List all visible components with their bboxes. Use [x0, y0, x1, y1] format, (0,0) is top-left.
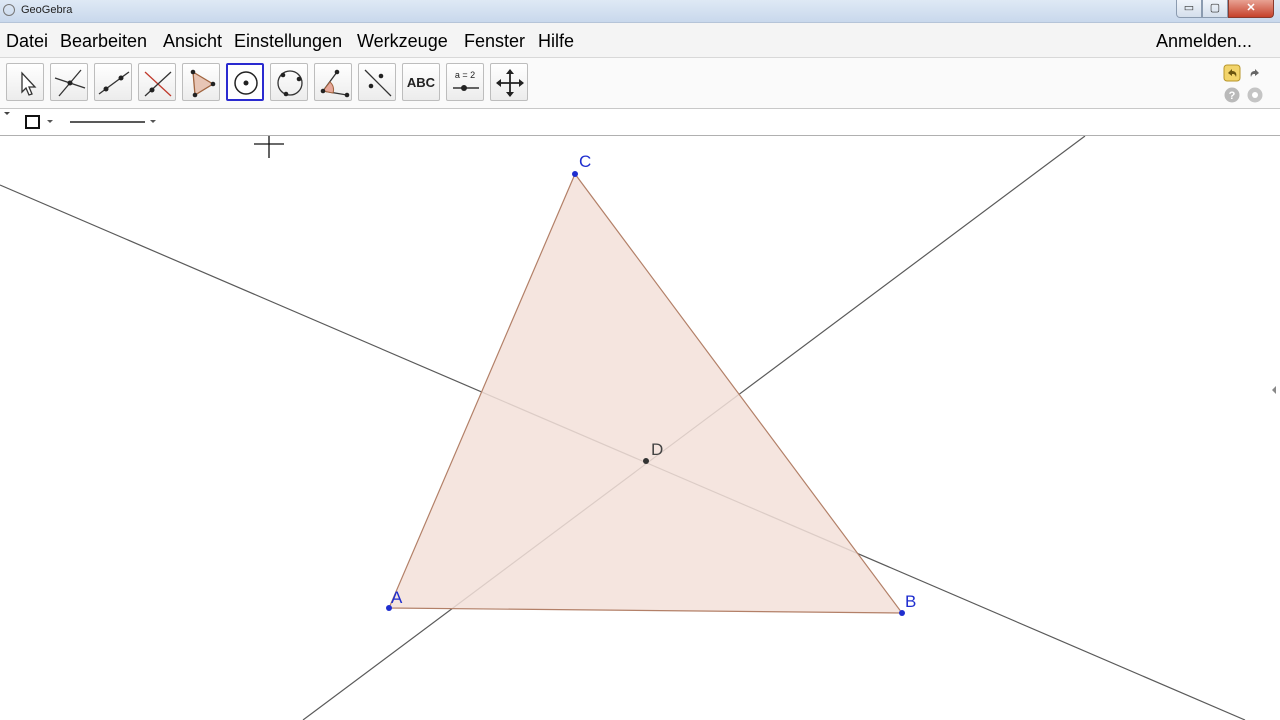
- line-tool-button[interactable]: [94, 63, 132, 101]
- slider-tool-button[interactable]: a = 2: [446, 63, 484, 101]
- toolbar: ABC a = 2 ?: [0, 58, 1280, 109]
- chevron-down-icon[interactable]: [47, 120, 53, 123]
- circle-center-point-icon: [234, 71, 258, 95]
- polygon-tool-button[interactable]: [182, 63, 220, 101]
- geogebra-app-icon: [3, 4, 15, 16]
- svg-text:?: ?: [1229, 90, 1236, 102]
- triangle-polygon[interactable]: [388, 172, 904, 614]
- login-link[interactable]: Anmelden...: [1156, 31, 1252, 52]
- menu-bearbeiten[interactable]: Bearbeiten: [60, 31, 147, 52]
- menu-datei[interactable]: Datei: [6, 31, 48, 52]
- geometry-canvas[interactable]: A B C D: [0, 136, 1280, 720]
- point-on-lines-icon: [54, 69, 86, 97]
- point-b-label: B: [905, 592, 916, 611]
- move-arrow-icon: [21, 71, 37, 96]
- crosshair-cursor-icon: [254, 136, 284, 158]
- settings-icon: [1247, 87, 1263, 103]
- polygon-icon: [190, 69, 216, 98]
- perpendicular-line-tool-button[interactable]: [138, 63, 176, 101]
- line-through-points-icon: [98, 71, 130, 95]
- angle-icon: [320, 69, 350, 98]
- graphics-view[interactable]: A B C D: [0, 136, 1280, 720]
- menu-einstellungen[interactable]: Einstellungen: [234, 31, 342, 52]
- menu-hilfe[interactable]: Hilfe: [538, 31, 574, 52]
- redo-button[interactable]: [1246, 64, 1264, 82]
- point-a-label: A: [391, 588, 403, 607]
- point-tool-button[interactable]: [50, 63, 88, 101]
- angle-tool-button[interactable]: [314, 63, 352, 101]
- point-d[interactable]: [643, 458, 649, 464]
- style-bar-controls: [4, 112, 156, 129]
- point-c[interactable]: [572, 171, 578, 177]
- point-c-label: C: [579, 152, 591, 171]
- maximize-button[interactable]: ▢: [1202, 0, 1228, 18]
- minimize-button[interactable]: ▭: [1176, 0, 1202, 18]
- move-graphics-view-tool-button[interactable]: [490, 63, 528, 101]
- help-icon: ?: [1224, 87, 1240, 103]
- toggle-stylebar-icon[interactable]: [4, 112, 10, 115]
- slider-icon: [453, 85, 479, 91]
- title-bar: GeoGebra ▭ ▢ ✕: [0, 0, 1280, 23]
- collapse-handle-icon[interactable]: [1272, 386, 1276, 394]
- style-bar: [0, 109, 1280, 136]
- move-graphics-view-icon: [496, 69, 524, 97]
- point-d-label: D: [651, 440, 663, 459]
- menu-ansicht[interactable]: Ansicht: [163, 31, 222, 52]
- reflect-tool-button[interactable]: [358, 63, 396, 101]
- menu-bar: Datei Bearbeiten Ansicht Einstellungen W…: [0, 23, 1280, 58]
- move-tool-button[interactable]: [6, 63, 44, 101]
- settings-button[interactable]: [1246, 86, 1264, 104]
- text-tool-button[interactable]: ABC: [402, 63, 440, 101]
- menu-werkzeuge[interactable]: Werkzeuge: [357, 31, 448, 52]
- perpendicular-line-icon: [144, 71, 172, 97]
- undo-icon: [1223, 64, 1241, 82]
- help-button[interactable]: ?: [1223, 86, 1241, 104]
- circle-three-points-icon: [277, 70, 303, 97]
- menu-fenster[interactable]: Fenster: [464, 31, 525, 52]
- undo-button[interactable]: [1223, 64, 1241, 82]
- point-style-icon[interactable]: [25, 115, 40, 129]
- circle-three-points-tool-button[interactable]: [270, 63, 308, 101]
- close-button[interactable]: ✕: [1228, 0, 1274, 18]
- chevron-down-icon[interactable]: [150, 120, 156, 123]
- window-title: GeoGebra: [21, 4, 73, 16]
- reflect-line-icon: [364, 69, 392, 97]
- redo-icon: [1250, 69, 1259, 77]
- circle-tool-button[interactable]: [226, 63, 264, 101]
- text-icon: ABC: [406, 75, 436, 90]
